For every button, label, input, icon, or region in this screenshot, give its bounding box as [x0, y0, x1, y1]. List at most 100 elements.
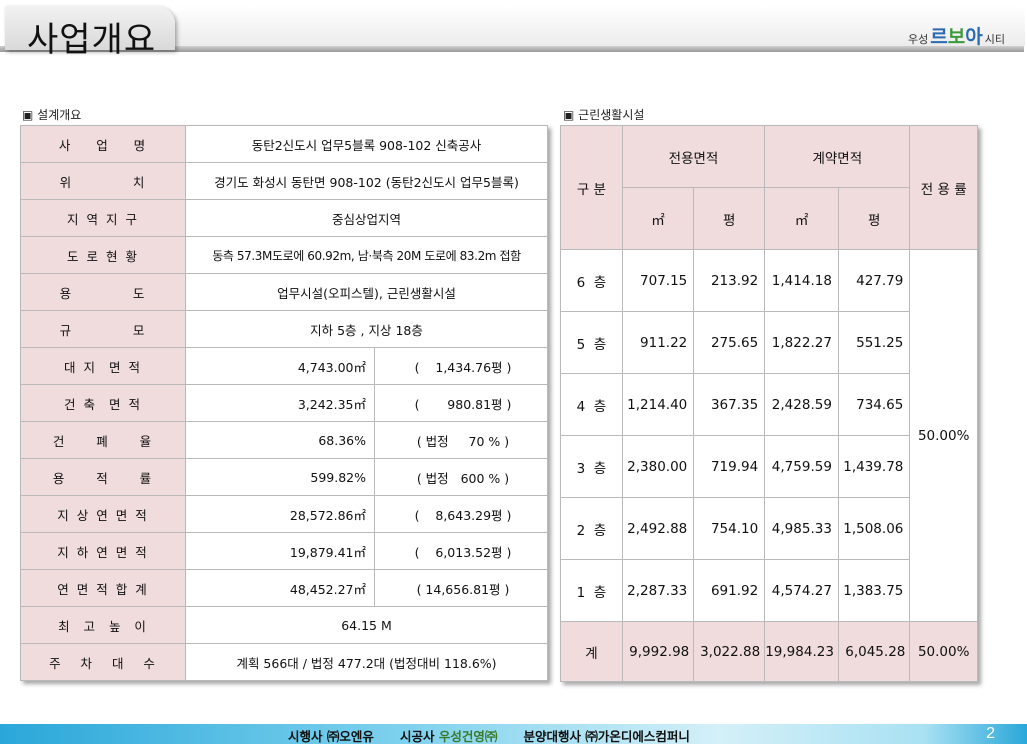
- logo-prefix: 우성: [908, 33, 929, 46]
- design-row-value: 64.15 M: [185, 606, 548, 644]
- design-row-value: 중심상업지역: [185, 199, 548, 237]
- total-ct-m2: 19,984.23: [764, 621, 839, 682]
- footer-credits: 시행사 ㈜오엔유 시공사 우성건영㈜ 분양대행사 ㈜가온디에스컴퍼니: [288, 726, 690, 745]
- floor-label: 3 층: [560, 435, 623, 498]
- logo-part1: 르: [930, 26, 948, 48]
- header-banner: [175, 6, 1025, 46]
- design-row-label: 지 상 연 면 적: [20, 495, 186, 533]
- design-row-value: 68.36%: [185, 421, 375, 459]
- floor-label: 4 층: [560, 373, 623, 436]
- design-row-label: 규 모: [20, 310, 186, 348]
- floor-ct-py: 551.25: [837, 311, 911, 374]
- design-row: 지 하 연 면 적 19,879.41㎡( 6,013.52평 ): [20, 532, 548, 570]
- design-row: 주 차 대 수 계획 566대 / 법정 477.2대 (법정대비 118.6%): [20, 643, 548, 681]
- exclusive-area-header: 전용면적: [621, 125, 766, 188]
- design-row-value: 599.82%: [185, 458, 375, 496]
- design-row-value-pyeong: ( 법정 70 % ): [374, 421, 548, 459]
- ratio-header: 전 용 률: [909, 125, 978, 250]
- design-row-label: 용 적 률: [20, 458, 186, 496]
- design-row-label: 최 고 높 이: [20, 606, 186, 644]
- floor-ex-py: 213.92: [693, 249, 766, 312]
- floor-ex-m2: 1,214.40: [621, 373, 695, 436]
- design-row: 대 지 면 적 4,743.00㎡( 1,434.76평 ): [20, 347, 548, 385]
- floor-label: 2 층: [560, 497, 623, 560]
- design-row-value-pyeong: ( 980.81평 ): [374, 384, 548, 422]
- design-row-value: 계획 566대 / 법정 477.2대 (법정대비 118.6%): [185, 643, 548, 681]
- design-row: 위 치 경기도 화성시 동탄면 908-102 (동탄2신도시 업무5블록): [20, 162, 548, 200]
- developer-name: ㈜오엔유: [326, 729, 374, 744]
- floor-label: 1 층: [560, 559, 623, 622]
- design-row: 규 모 지하 5층 , 지상 18층: [20, 310, 548, 348]
- design-row-value: 3,242.35㎡: [185, 384, 375, 422]
- design-row-label: 건 축 면 적: [20, 384, 186, 422]
- design-row-value: 4,743.00㎡: [185, 347, 375, 385]
- design-row-label: 연 면 적 합 계: [20, 569, 186, 607]
- floor-ct-m2: 2,428.59: [764, 373, 839, 436]
- floor-ct-py: 1,508.06: [837, 497, 911, 560]
- floor-ct-py: 427.79: [837, 249, 911, 312]
- floor-ct-m2: 1,414.18: [764, 249, 839, 312]
- floor-ct-py: 1,439.78: [837, 435, 911, 498]
- design-row-value: 경기도 화성시 동탄면 908-102 (동탄2신도시 업무5블록): [185, 162, 548, 200]
- retail-facility-table: 구 분 전용면적 계약면적 전 용 률 ㎡ 평 ㎡ 평 6 층 707.15 213…: [560, 125, 978, 682]
- agent-label: 분양대행사: [523, 729, 582, 744]
- floor-ex-py: 275.65: [693, 311, 766, 374]
- design-row: 최 고 높 이 64.15 M: [20, 606, 548, 644]
- logo-suffix: 시티: [984, 33, 1005, 46]
- logo-part2: 보: [947, 26, 966, 48]
- page-title: 사업개요: [27, 20, 157, 60]
- design-row-label: 위 치: [20, 162, 186, 200]
- logo-part3: 아: [965, 26, 983, 48]
- developer-label: 시행사: [288, 729, 323, 744]
- design-row-value-pyeong: ( 14,656.81평 ): [374, 569, 548, 607]
- design-row-value: 28,572.86㎡: [185, 495, 375, 533]
- design-row: 지 역 지 구 중심상업지역: [20, 199, 548, 237]
- builder-label: 시공사: [400, 729, 435, 744]
- unit-m2-header: ㎡: [621, 187, 695, 250]
- floor-ct-m2: 4,759.59: [764, 435, 839, 498]
- floor-ct-m2: 4,574.27: [764, 559, 839, 622]
- title-tab: 사업개요: [5, 6, 175, 60]
- category-header: 구 분: [560, 125, 623, 250]
- unit-m2-header: ㎡: [764, 187, 839, 250]
- contract-area-header: 계약면적: [764, 125, 911, 188]
- design-row: 연 면 적 합 계 48,452.27㎡( 14,656.81평 ): [20, 569, 548, 607]
- design-row-label: 대 지 면 적: [20, 347, 186, 385]
- design-row-value: 업무시설(오피스텔), 근린생활시설: [185, 273, 548, 311]
- floor-ct-m2: 1,822.27: [764, 311, 839, 374]
- floor-label: 5 층: [560, 311, 623, 374]
- floor-ex-m2: 2,492.88: [621, 497, 695, 560]
- floor-ex-m2: 911.22: [621, 311, 695, 374]
- builder-name: 우성건영㈜: [438, 729, 498, 744]
- floor-ex-py: 754.10: [693, 497, 766, 560]
- design-row-value: 지하 5층 , 지상 18층: [185, 310, 548, 348]
- design-row: 도 로 현 황 동측 57.3M도로에 60.92m, 남·북측 20M 도로에 …: [20, 236, 548, 274]
- design-overview-table: 사 업 명 동탄2신도시 업무5블록 908-102 신축공사 위 치 경기도 화성시…: [20, 125, 548, 681]
- design-row-value: 19,879.41㎡: [185, 532, 375, 570]
- total-ex-py: 3,022.88: [693, 621, 766, 682]
- total-ratio: 50.00%: [909, 621, 978, 682]
- design-row-label: 건 폐 율: [20, 421, 186, 459]
- design-row-label: 도 로 현 황: [20, 236, 186, 274]
- footer-bar: 시행사 ㈜오엔유 시공사 우성건영㈜ 분양대행사 ㈜가온디에스컴퍼니 2: [0, 724, 1027, 744]
- floor-label: 6 층: [560, 249, 623, 312]
- floor-ct-py: 734.65: [837, 373, 911, 436]
- floor-ex-py: 691.92: [693, 559, 766, 622]
- unit-pyeong-header: 평: [693, 187, 766, 250]
- design-row-value: 동탄2신도시 업무5블록 908-102 신축공사: [185, 125, 548, 163]
- design-row-label: 용 도: [20, 273, 186, 311]
- design-row-label: 지 하 연 면 적: [20, 532, 186, 570]
- design-row-label: 지 역 지 구: [20, 199, 186, 237]
- floor-ex-m2: 2,380.00: [621, 435, 695, 498]
- total-ex-m2: 9,992.98: [621, 621, 695, 682]
- retail-section-label: ▣ 근린생활시설: [563, 108, 645, 122]
- design-row-label: 주 차 대 수: [20, 643, 186, 681]
- floor-row: 6 층 707.15 213.92 1,414.18 427.79 50.00%: [560, 249, 978, 622]
- design-row: 건 폐 율 68.36%( 법정 70 % ): [20, 421, 548, 459]
- floor-ex-py: 719.94: [693, 435, 766, 498]
- agent-name: ㈜가온디에스컴퍼니: [585, 729, 690, 744]
- total-label: 계: [560, 621, 623, 682]
- page-number: 2: [986, 725, 995, 742]
- unit-pyeong-header: 평: [837, 187, 911, 250]
- design-row-value: 동측 57.3M도로에 60.92m, 남·북측 20M 도로에 83.2m 접…: [185, 236, 548, 274]
